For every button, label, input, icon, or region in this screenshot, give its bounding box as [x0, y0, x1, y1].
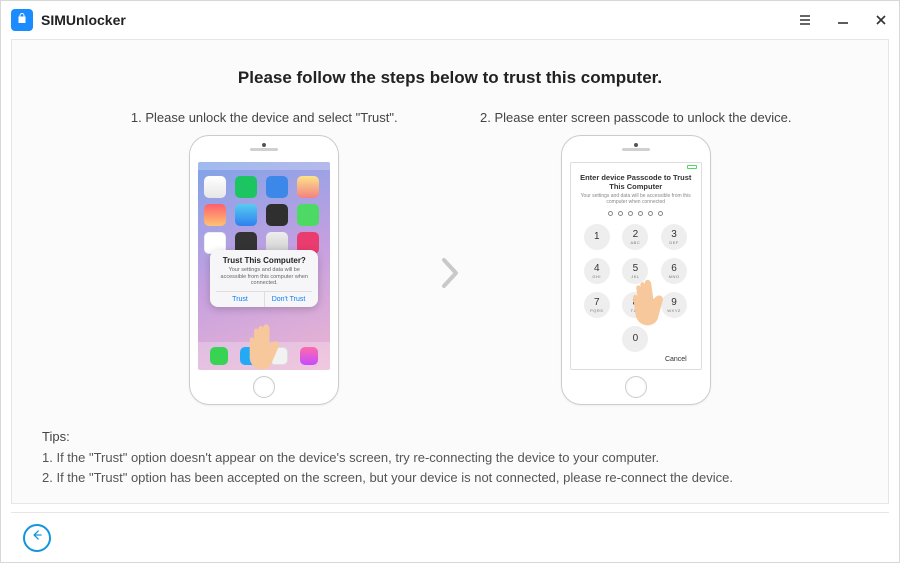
phone-screen-home: Trust This Computer? Your settings and d…: [198, 162, 330, 370]
lock-icon: [16, 11, 28, 30]
step-2: 2. Please enter screen passcode to unloc…: [480, 110, 791, 405]
phone-illustration-1: Trust This Computer? Your settings and d…: [189, 135, 339, 405]
phone-screen-passcode: Enter device Passcode to Trust This Comp…: [570, 162, 702, 370]
window-controls: [797, 12, 889, 28]
tips-label: Tips:: [42, 427, 858, 447]
chevron-right-icon: [420, 256, 480, 290]
content-panel: Please follow the steps below to trust t…: [11, 39, 889, 504]
menu-button[interactable]: [797, 12, 813, 28]
passcode-subtitle: Your settings and data will be accessibl…: [577, 193, 695, 205]
arrow-left-icon: [30, 528, 44, 547]
step2-label: 2. Please enter screen passcode to unloc…: [480, 110, 791, 125]
close-icon: [874, 13, 888, 27]
tips-line-1: 1. If the "Trust" option doesn't appear …: [42, 448, 858, 468]
minimize-button[interactable]: [835, 12, 851, 28]
passcode-title: Enter device Passcode to Trust This Comp…: [577, 173, 695, 191]
footer-bar: [11, 512, 889, 562]
minimize-icon: [836, 13, 850, 27]
tips-section: Tips: 1. If the "Trust" option doesn't a…: [42, 427, 858, 488]
hand-icon: [627, 272, 678, 334]
trust-button-label: Trust: [216, 292, 265, 307]
app-logo: [11, 9, 33, 31]
app-title: SIMUnlocker: [41, 12, 126, 28]
title-bar: SIMUnlocker: [1, 1, 899, 39]
step-1: 1. Please unlock the device and select "…: [109, 110, 420, 405]
steps-row: 1. Please unlock the device and select "…: [109, 110, 792, 405]
tips-line-2: 2. If the "Trust" option has been accept…: [42, 468, 858, 488]
step1-label: 1. Please unlock the device and select "…: [131, 110, 398, 125]
hand-icon: [247, 320, 291, 370]
close-button[interactable]: [873, 12, 889, 28]
page-title: Please follow the steps below to trust t…: [42, 68, 858, 88]
trust-body: Your settings and data will be accessibl…: [216, 267, 312, 287]
phone-illustration-2: Enter device Passcode to Trust This Comp…: [561, 135, 711, 405]
passcode-cancel: Cancel: [665, 356, 687, 363]
menu-icon: [798, 13, 812, 27]
trust-popup: Trust This Computer? Your settings and d…: [210, 250, 318, 307]
dont-trust-button-label: Don't Trust: [265, 292, 313, 307]
passcode-dots: [577, 211, 695, 216]
back-button[interactable]: [23, 524, 51, 552]
trust-title: Trust This Computer?: [216, 256, 312, 265]
